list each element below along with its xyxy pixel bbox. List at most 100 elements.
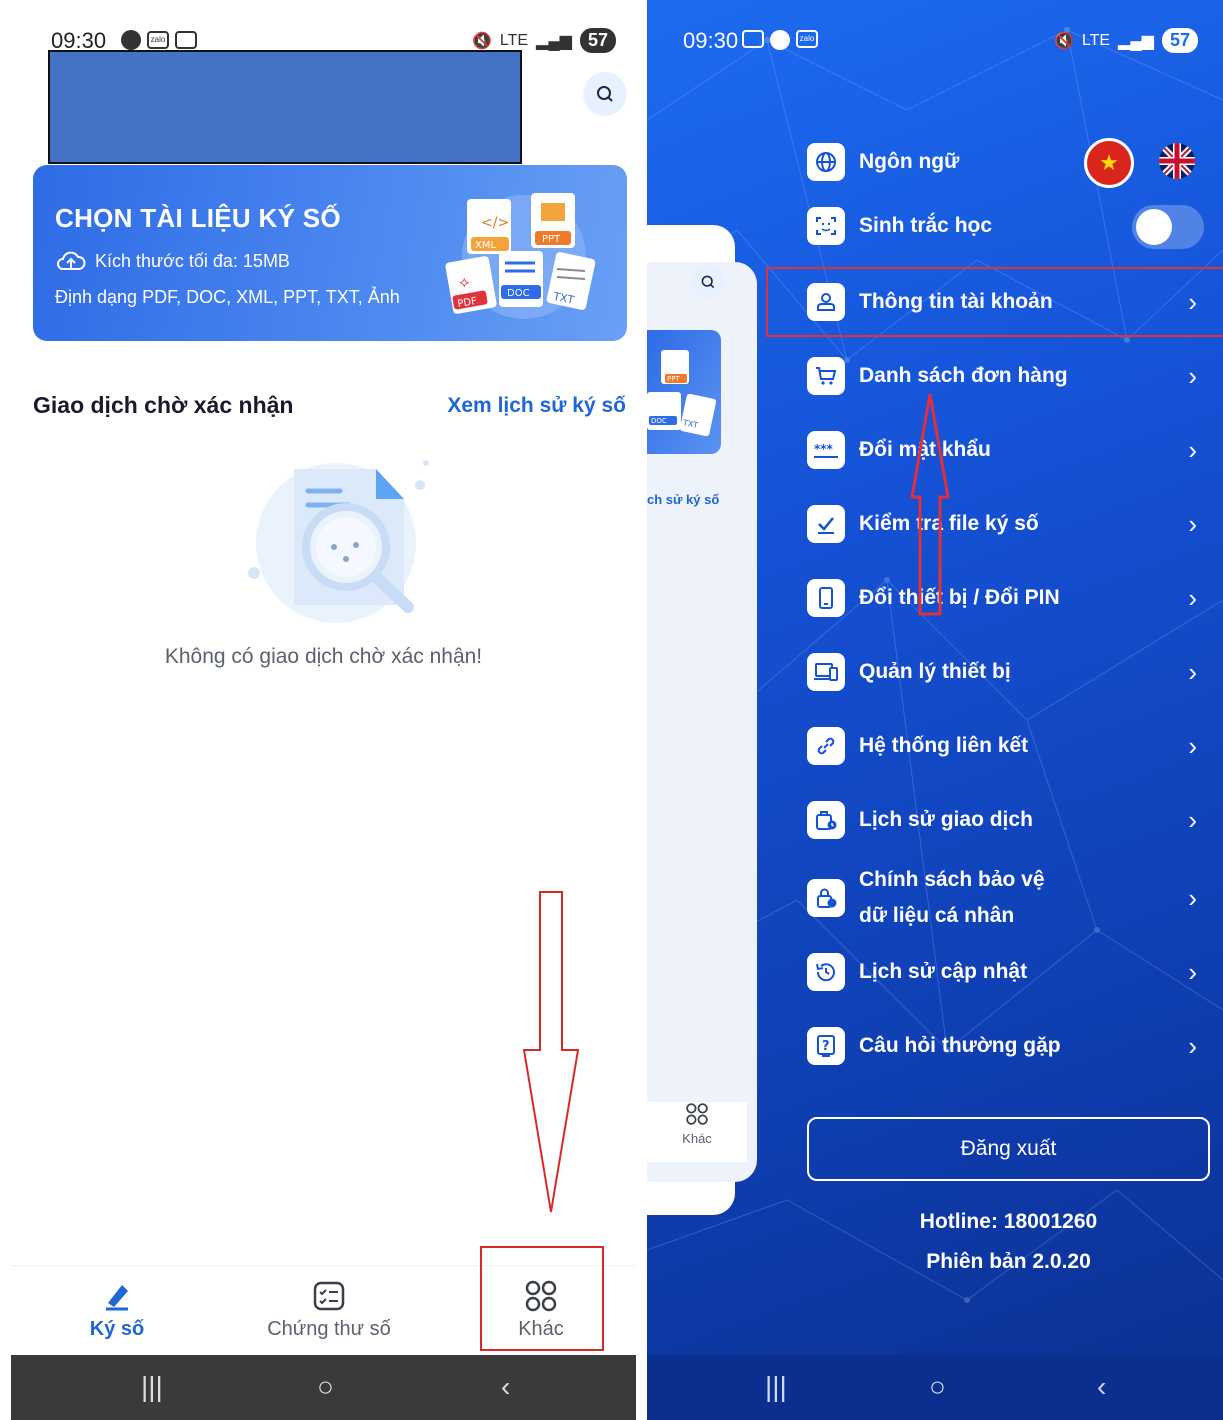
toggle-knob <box>1136 209 1172 245</box>
mute-icon: 🔇 <box>1053 32 1074 50</box>
menu-label: Hệ thống liên kết <box>859 734 1029 757</box>
signing-history-link[interactable]: Xem lịch sử ký số <box>447 394 626 418</box>
upload-card[interactable]: CHỌN TÀI LIỆU KÝ SỐ Kích thước tối đa: 1… <box>33 165 627 341</box>
nav-label: Khác <box>682 1131 712 1146</box>
annotation-down-arrow-icon <box>522 891 580 1213</box>
right-screen: 09:30 zalo 🔇 LTE ▂▄▆ 57 PPT DOC TXT ch s <box>647 0 1223 1420</box>
empty-document-illustration <box>248 460 429 623</box>
home-button[interactable]: ○ <box>317 1371 334 1403</box>
screenshot-icon <box>175 31 197 49</box>
menu-change-password[interactable]: *** Đổi mật khẩu › <box>807 420 1207 480</box>
menu-label: Đổi thiết bị / Đổi PIN <box>859 586 1060 609</box>
max-size-text: Kích thước tối đa: 15MB <box>95 250 290 271</box>
screenshot-icon <box>742 30 764 48</box>
svg-text:⟡: ⟡ <box>459 272 470 291</box>
menu-language[interactable]: Ngôn ngữ <box>807 132 1207 192</box>
grid-icon <box>686 1103 708 1125</box>
check-file-icon <box>807 505 845 543</box>
svg-text:DOC: DOC <box>651 417 667 425</box>
back-button[interactable]: ‹ <box>1097 1371 1106 1403</box>
hotline-text[interactable]: Hotline: 18001260 <box>807 1210 1210 1234</box>
system-navigation-bar: ||| ○ ‹ <box>647 1355 1223 1420</box>
svg-text:PPT: PPT <box>542 234 561 245</box>
home-button[interactable]: ○ <box>929 1371 946 1403</box>
search-button[interactable] <box>583 72 627 116</box>
menu-label-line2: dữ liệu cá nhân <box>859 904 1015 927</box>
signal-icon: ▂▄▆ <box>536 32 572 50</box>
svg-text:</>: </> <box>481 215 509 231</box>
nav-ky-so[interactable]: Ký số <box>17 1276 217 1341</box>
menu-faq[interactable]: ? Câu hỏi thường gặp › <box>807 1016 1207 1076</box>
chevron-right-icon: › <box>1188 508 1197 539</box>
annotation-highlight-box <box>766 267 1223 337</box>
background-upload-card: PPT DOC TXT <box>647 330 721 454</box>
vietnam-flag-button[interactable]: ★ <box>1084 138 1134 188</box>
messenger-icon <box>770 30 790 50</box>
uk-flag-icon <box>1159 143 1195 179</box>
menu-label: Lịch sử giao dịch <box>859 808 1033 831</box>
svg-text:DOC: DOC <box>507 288 530 299</box>
file-types-illustration: PPT DOC TXT <box>647 350 717 437</box>
status-bar: 09:30 zalo 🔇 LTE ▂▄▆ 57 <box>647 20 1223 60</box>
chevron-right-icon: › <box>1188 656 1197 687</box>
redacted-header <box>48 50 522 164</box>
chevron-right-icon: › <box>1188 360 1197 391</box>
notification-icons: zalo <box>742 30 818 50</box>
svg-text:XML: XML <box>475 240 496 251</box>
star-icon: ★ <box>1099 150 1119 175</box>
annotation-up-arrow-icon <box>910 393 950 616</box>
chevron-right-icon: › <box>1188 882 1197 913</box>
format-text: Định dạng PDF, DOC, XML, PPT, TXT, Ảnh <box>55 287 400 307</box>
messenger-icon <box>121 30 141 50</box>
menu-check-signed-file[interactable]: Kiểm tra file ký số › <box>807 494 1207 554</box>
svg-text:PPT: PPT <box>667 375 680 383</box>
logout-button[interactable]: Đăng xuất <box>807 1117 1210 1181</box>
menu-label-line1: Chính sách bảo vệ <box>859 868 1045 891</box>
privacy-lock-icon <box>807 879 845 917</box>
network-label: LTE <box>1081 31 1111 49</box>
menu-linked-systems[interactable]: Hệ thống liên kết › <box>807 716 1207 776</box>
empty-state-text: Không có giao dịch chờ xác nhận! <box>164 645 483 668</box>
search-icon <box>691 265 725 299</box>
file-types-illustration: </> XML PPT ⟡ PDF DOC TXT <box>445 193 596 319</box>
svg-text:***: *** <box>814 442 834 456</box>
face-id-icon <box>807 207 845 245</box>
zalo-icon: zalo <box>796 30 818 48</box>
zalo-icon: zalo <box>147 31 169 49</box>
menu-privacy-policy[interactable]: Chính sách bảo vệ dữ liệu cá nhân › <box>807 860 1207 936</box>
menu-label: Kiểm tra file ký số <box>859 512 1039 535</box>
menu-update-history[interactable]: Lịch sử cập nhật › <box>807 942 1207 1002</box>
back-button[interactable]: ‹ <box>501 1371 510 1403</box>
menu-label: Đổi mật khẩu <box>859 438 991 461</box>
menu-device-management[interactable]: Quản lý thiết bị › <box>807 642 1207 702</box>
signal-icon: ▂▄▆ <box>1118 32 1154 50</box>
network-label: LTE <box>499 31 529 49</box>
menu-change-device-pin[interactable]: Đổi thiết bị / Đổi PIN › <box>807 568 1207 628</box>
biometric-toggle[interactable] <box>1132 205 1204 249</box>
cloud-upload-icon <box>57 251 86 270</box>
menu-label: Ngôn ngữ <box>859 150 960 173</box>
system-indicators: 🔇 LTE ▂▄▆ 57 <box>1054 28 1198 53</box>
chevron-right-icon: › <box>1188 1030 1197 1061</box>
recents-button[interactable]: ||| <box>765 1371 787 1403</box>
menu-transaction-history[interactable]: Lịch sử giao dịch › <box>807 790 1207 850</box>
left-screen: 09:30 zalo 🔇 LTE ▂▄▆ 57 CHỌN TÀI LIỆU KÝ… <box>11 0 636 1420</box>
link-icon <box>807 727 845 765</box>
notification-icons: zalo <box>121 30 197 50</box>
uk-flag-button[interactable] <box>1159 143 1195 179</box>
system-navigation-bar: ||| ○ ‹ <box>11 1355 636 1420</box>
version-text: Phiên bản 2.0.20 <box>926 1250 1091 1273</box>
menu-order-list[interactable]: Danh sách đơn hàng › <box>807 346 1207 406</box>
phone-icon <box>807 579 845 617</box>
recents-button[interactable]: ||| <box>141 1371 163 1403</box>
status-time: 09:30 <box>683 28 739 53</box>
nav-label: Ký số <box>89 1318 145 1340</box>
nav-chung-thu-so[interactable]: Chứng thư số <box>229 1276 429 1341</box>
chevron-right-icon: › <box>1188 804 1197 835</box>
certificate-icon <box>313 1281 345 1311</box>
chevron-right-icon: › <box>1188 730 1197 761</box>
signing-history-link-partial: ch sử ký số <box>647 492 720 507</box>
menu-label: Chính sách bảo vệ dữ liệu cá nhân <box>859 862 1188 934</box>
devices-icon <box>807 653 845 691</box>
chevron-right-icon: › <box>1188 434 1197 465</box>
